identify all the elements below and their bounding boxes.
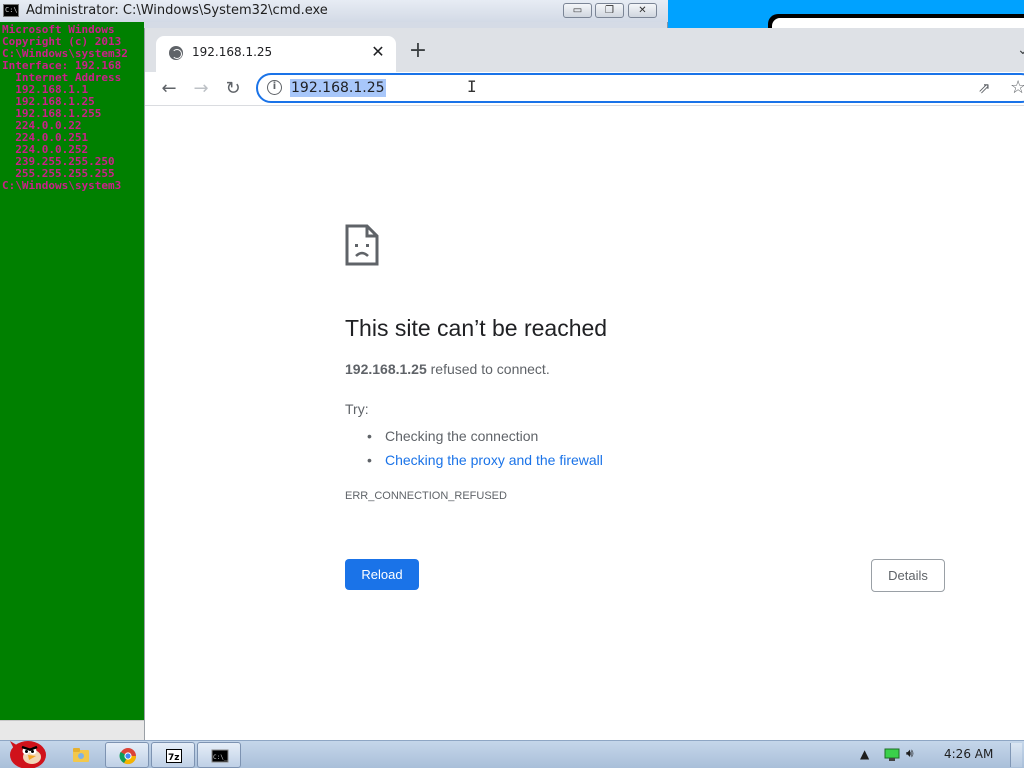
error-title: This site can’t be reached: [345, 315, 608, 341]
svg-text:7z: 7z: [168, 753, 180, 763]
text-cursor-icon: I: [467, 77, 477, 96]
tab-close-icon[interactable]: ✕: [368, 42, 388, 62]
error-page: This site can’t be reached 192.168.1.25 …: [145, 106, 1024, 740]
close-button[interactable]: ✕: [628, 3, 657, 18]
suggestion-check-connection: Checking the connection: [367, 424, 603, 448]
address-bar-url[interactable]: 192.168.1.25: [290, 79, 386, 97]
share-icon[interactable]: ⇗: [978, 79, 991, 97]
error-description: 192.168.1.25 refused to connect.: [345, 361, 550, 377]
restore-button[interactable]: ❐: [595, 3, 624, 18]
tab-search-chevron-icon[interactable]: ⌄: [1017, 42, 1024, 58]
chrome-icon: [119, 748, 137, 765]
chrome-window: 192.168.1.25 ✕ + ⌄ ← → ↻ i 192.168.1.25 …: [144, 28, 1024, 740]
globe-icon: [169, 46, 183, 60]
error-host: 192.168.1.25: [345, 361, 427, 377]
try-label: Try:: [345, 401, 369, 417]
address-bar[interactable]: i 192.168.1.25 I ⇗ ☆: [256, 73, 1024, 103]
cmd-output-line: C:\Windows\system3: [2, 179, 122, 192]
angry-bird-start-icon[interactable]: [2, 733, 50, 768]
reload-icon[interactable]: ↻: [220, 76, 246, 102]
cmd-icon: C:\_: [211, 749, 229, 763]
taskbar-clock[interactable]: 4:26 AM: [944, 747, 993, 761]
tab-active[interactable]: 192.168.1.25 ✕: [156, 36, 396, 72]
network-icon[interactable]: [884, 748, 900, 762]
system-tray: ▲ 🔊︎: [854, 746, 1024, 766]
details-button[interactable]: Details: [871, 559, 945, 592]
sad-document-icon: [345, 224, 379, 266]
explorer-icon: [73, 748, 89, 762]
error-code: ERR_CONNECTION_REFUSED: [345, 490, 507, 502]
new-tab-button[interactable]: +: [406, 40, 430, 64]
desktop-background: [668, 0, 1024, 34]
svg-text:C:\_: C:\_: [213, 754, 228, 761]
back-button[interactable]: ←: [156, 76, 182, 102]
taskbar-7zip-button[interactable]: 7z: [151, 742, 195, 768]
taskbar-explorer-button[interactable]: [59, 742, 103, 768]
bookmark-star-icon[interactable]: ☆: [1010, 77, 1024, 98]
error-host-suffix: refused to connect.: [426, 361, 550, 377]
cmd-titlebar[interactable]: C:\ Administrator: C:\Windows\System32\c…: [0, 0, 668, 22]
tab-title: 192.168.1.25: [192, 45, 273, 59]
reload-button[interactable]: Reload: [345, 559, 419, 590]
cmd-window-title: Administrator: C:\Windows\System32\cmd.e…: [26, 3, 328, 18]
7zip-icon: 7z: [166, 749, 182, 763]
minimize-button[interactable]: ▭: [563, 3, 592, 18]
suggestion-list: Checking the connection Checking the pro…: [367, 424, 603, 472]
show-desktop-button[interactable]: [1010, 743, 1022, 767]
cmd-console-output[interactable]: Microsoft Windows Copyright (c) 2013 C:\…: [0, 22, 144, 720]
browser-toolbar: ← → ↻ i 192.168.1.25 I ⇗ ☆: [145, 72, 1024, 106]
volume-icon[interactable]: 🔊︎: [906, 746, 914, 761]
taskbar: 7z C:\_ ▲ 🔊︎ 4:26 AM: [0, 740, 1024, 768]
site-info-icon[interactable]: i: [267, 80, 282, 95]
show-hidden-icons-icon[interactable]: ▲: [860, 747, 869, 761]
suggestion-check-proxy-link[interactable]: Checking the proxy and the firewall: [367, 448, 603, 472]
taskbar-chrome-button[interactable]: [105, 742, 149, 768]
forward-button[interactable]: →: [188, 76, 214, 102]
tab-strip: 192.168.1.25 ✕ + ⌄: [145, 28, 1024, 72]
taskbar-cmd-button[interactable]: C:\_: [197, 742, 241, 768]
cmd-app-icon: C:\: [3, 4, 19, 17]
